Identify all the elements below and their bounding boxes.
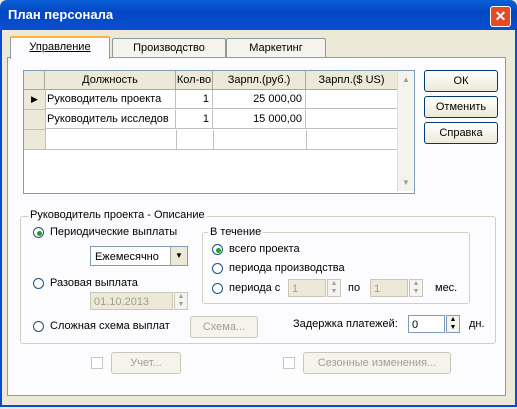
tab-management-label: Управление bbox=[29, 41, 91, 53]
row-selector[interactable]: ▶ bbox=[24, 90, 46, 110]
cancel-button[interactable]: Отменить bbox=[424, 96, 498, 118]
seasonal-checkbox[interactable] bbox=[283, 357, 295, 369]
spin-down-icon[interactable]: ▼ bbox=[328, 288, 340, 296]
seasonal-changes-button[interactable]: Сезонные изменения... bbox=[303, 352, 451, 374]
spin-down-icon[interactable]: ▼ bbox=[447, 324, 459, 332]
table-cell-position[interactable] bbox=[45, 130, 177, 150]
close-button[interactable]: ✕ bbox=[490, 6, 511, 27]
whole-project-radio[interactable] bbox=[212, 244, 223, 255]
row-selector[interactable] bbox=[24, 110, 46, 130]
row-selector[interactable] bbox=[24, 130, 46, 150]
accounting-checkbox[interactable] bbox=[91, 357, 103, 369]
scheme-button[interactable]: Схема... bbox=[190, 316, 258, 338]
spin-up-icon[interactable]: ▲ bbox=[328, 280, 340, 288]
complex-scheme-radio[interactable] bbox=[33, 321, 44, 332]
tab-marketing[interactable]: Маркетинг bbox=[226, 38, 326, 57]
frequency-select[interactable]: Ежемесячно ▼ bbox=[90, 246, 188, 266]
table-cell-salary-rub[interactable]: 15 000,00 bbox=[213, 110, 306, 129]
spin-down-icon[interactable]: ▼ bbox=[175, 301, 187, 309]
payment-delay-input[interactable]: 0 bbox=[408, 315, 445, 333]
frequency-value: Ежемесячно bbox=[95, 251, 159, 263]
spin-up-icon[interactable]: ▲ bbox=[410, 280, 422, 288]
window-title: План персонала bbox=[8, 7, 114, 22]
chevron-down-icon[interactable]: ▼ bbox=[170, 247, 187, 265]
spin-up-icon[interactable]: ▲ bbox=[175, 293, 187, 301]
column-header-count[interactable]: Кол-во bbox=[176, 71, 213, 90]
period-to-input[interactable]: 1 bbox=[370, 279, 408, 297]
months-label: мес. bbox=[435, 282, 458, 294]
column-header-position[interactable]: Должность bbox=[45, 71, 176, 90]
table-cell-salary-usd[interactable] bbox=[306, 130, 399, 150]
periodic-payments-label: Периодические выплаты bbox=[50, 226, 178, 238]
payment-delay-unit: дн. bbox=[469, 318, 485, 330]
staff-table[interactable]: Должность Кол-во Зарпл.(руб.) Зарпл.($ U… bbox=[23, 70, 415, 194]
scroll-down-icon[interactable]: ▼ bbox=[399, 175, 413, 190]
single-payment-radio[interactable] bbox=[33, 278, 44, 289]
help-button[interactable]: Справка bbox=[424, 122, 498, 144]
periodic-payments-radio[interactable] bbox=[33, 227, 44, 238]
period-from-radio[interactable] bbox=[212, 283, 223, 294]
period-from-spin[interactable]: ▲ ▼ bbox=[327, 279, 341, 297]
table-cell-count[interactable] bbox=[176, 130, 214, 150]
tab-production[interactable]: Производство bbox=[112, 38, 226, 57]
period-to-spin[interactable]: ▲ ▼ bbox=[409, 279, 423, 297]
during-legend: В течение bbox=[208, 226, 264, 238]
table-cell-salary-usd[interactable] bbox=[306, 90, 398, 109]
table-cell-salary-rub[interactable]: 25 000,00 bbox=[213, 90, 306, 109]
date-spin-buttons[interactable]: ▲ ▼ bbox=[174, 292, 188, 310]
period-to-label: по bbox=[348, 282, 361, 294]
spin-down-icon[interactable]: ▼ bbox=[410, 288, 422, 296]
tab-marketing-label: Маркетинг bbox=[249, 42, 303, 54]
period-from-input[interactable]: 1 bbox=[288, 279, 326, 297]
scroll-up-icon[interactable]: ▲ bbox=[399, 72, 413, 87]
table-cell-count[interactable]: 1 bbox=[176, 90, 213, 109]
table-cell-position[interactable]: Руководитель проекта bbox=[45, 90, 176, 109]
tab-production-label: Производство bbox=[133, 42, 205, 54]
table-cell-salary-usd[interactable] bbox=[306, 110, 398, 129]
accounting-button[interactable]: Учет... bbox=[111, 352, 181, 374]
vertical-scrollbar[interactable]: ▲ ▼ bbox=[397, 71, 414, 191]
single-payment-label: Разовая выплата bbox=[50, 277, 138, 289]
column-header-salary-rub[interactable]: Зарпл.(руб.) bbox=[213, 71, 306, 90]
production-period-label: периода производства bbox=[229, 262, 345, 274]
period-from-label: периода с bbox=[229, 282, 281, 294]
ok-button[interactable]: ОК bbox=[424, 70, 498, 92]
payment-delay-spin[interactable]: ▲ ▼ bbox=[446, 315, 460, 333]
title-bar: План персонала ✕ bbox=[0, 0, 517, 30]
table-cell-count[interactable]: 1 bbox=[176, 110, 213, 129]
payment-delay-label: Задержка платежей: bbox=[293, 318, 398, 330]
single-payment-date[interactable]: 01.10.2013 bbox=[90, 292, 173, 310]
tab-management[interactable]: Управление bbox=[10, 36, 110, 59]
table-cell-salary-rub[interactable] bbox=[213, 130, 307, 150]
table-cell-position[interactable]: Руководитель исследов bbox=[45, 110, 176, 129]
column-header-salary-usd[interactable]: Зарпл.($ US) bbox=[306, 71, 398, 90]
complex-scheme-label: Сложная схема выплат bbox=[50, 320, 170, 332]
production-period-radio[interactable] bbox=[212, 263, 223, 274]
description-legend: Руководитель проекта - Описание bbox=[28, 209, 207, 221]
whole-project-label: всего проекта bbox=[229, 243, 300, 255]
row-header-corner bbox=[24, 71, 45, 90]
spin-up-icon[interactable]: ▲ bbox=[447, 316, 459, 324]
